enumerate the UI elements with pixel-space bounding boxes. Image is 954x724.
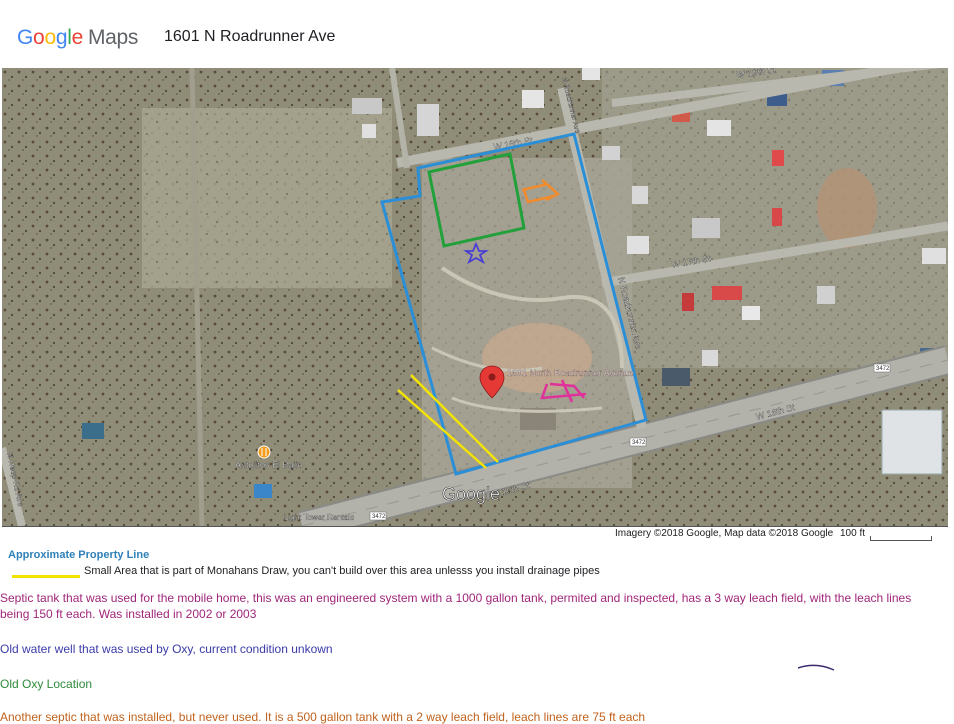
logo-google-text: Google	[17, 26, 83, 49]
map-canvas[interactable]: W 18th St W 19th St W 17th St W 16th St …	[2, 68, 948, 526]
google-maps-logo[interactable]: Google Maps	[17, 26, 138, 50]
decorative-swirl	[797, 664, 835, 671]
legend-septic-used: Septic tank that was used for the mobile…	[0, 591, 912, 621]
highway-shield-3: 3472	[372, 514, 386, 520]
address-title: 1601 N Roadrunner Ave	[164, 28, 336, 45]
legend-drainage: Small Area that is part of Monahans Draw…	[84, 565, 600, 577]
restaurant-marker-icon[interactable]	[257, 445, 271, 459]
logo-maps-text: Maps	[87, 26, 139, 49]
map-attribution: Imagery ©2018 Google, Map data ©2018 Goo…	[615, 528, 834, 539]
highway-shield-1: 3472	[876, 366, 890, 372]
pin-label: 1601 North Roadrunner Avenue	[507, 368, 634, 378]
legend-oxy-location: Old Oxy Location	[0, 677, 93, 691]
legend-drainage-swatch	[12, 575, 80, 578]
terrain-clearing	[142, 108, 392, 288]
satellite-map[interactable]: W 18th St W 19th St W 17th St W 16th St …	[2, 68, 948, 527]
rentals-label: Light Tower Rentals	[284, 513, 354, 522]
google-watermark: Google	[442, 484, 500, 504]
highway-shield-2: 3472	[632, 440, 646, 446]
scale-bar	[870, 536, 932, 541]
scale-label: 100 ft	[840, 528, 866, 539]
legend-water-well: Old water well that was used by Oxy, cur…	[0, 642, 333, 656]
legend-property-line: Approximate Property Line	[8, 549, 150, 561]
legend-septic-unused: Another septic that was installed, but n…	[0, 710, 646, 724]
header: Google Maps 1601 N Roadrunner Ave	[0, 0, 954, 70]
restaurant-label: Antojitos El Bajio	[235, 460, 303, 470]
